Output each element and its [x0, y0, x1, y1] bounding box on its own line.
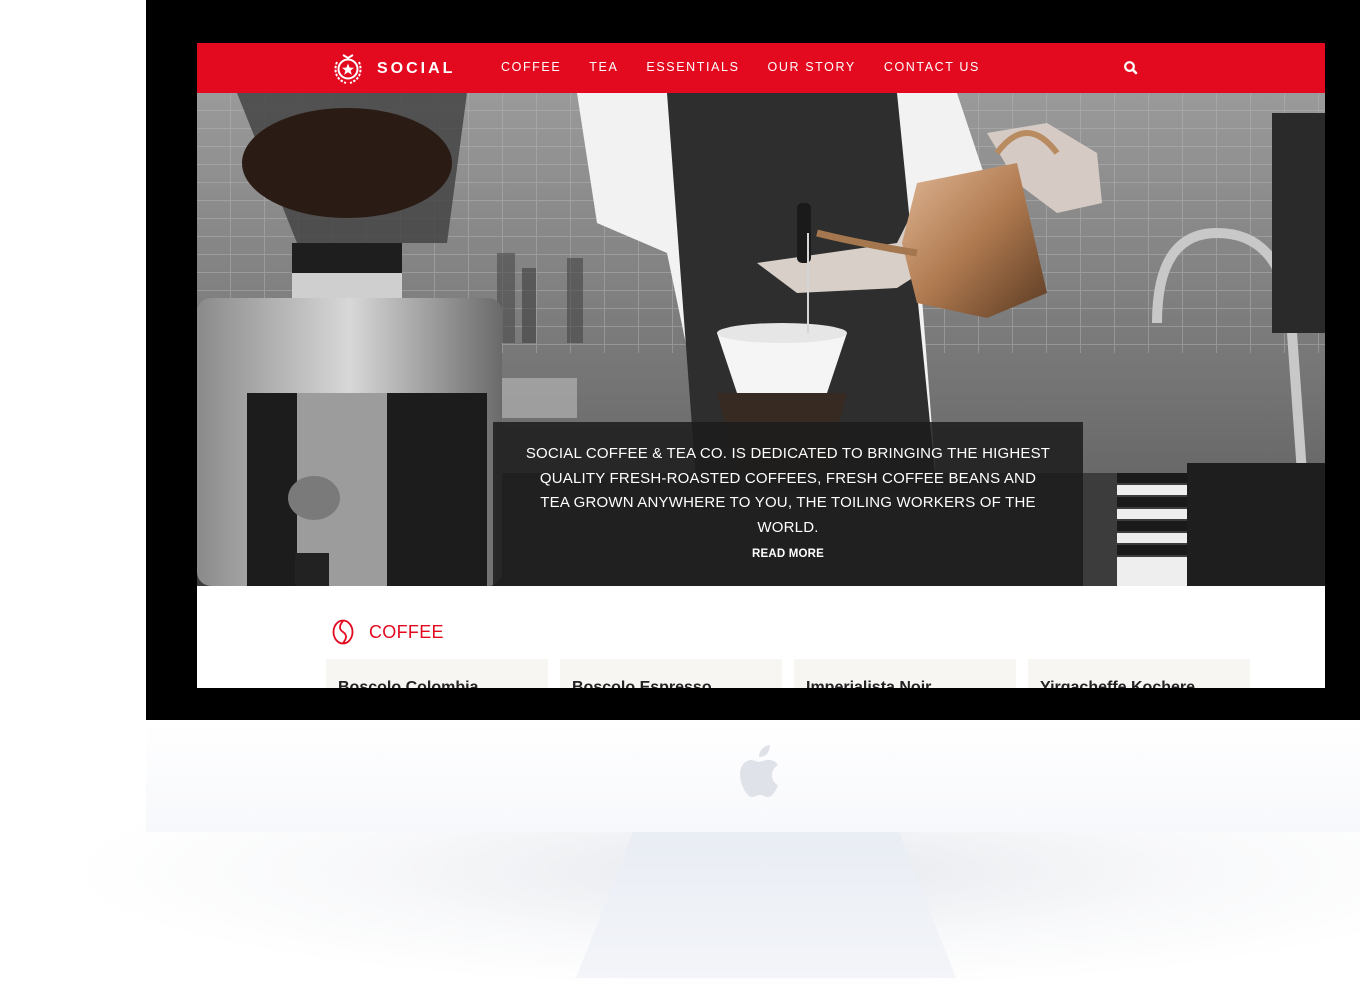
product-name: Boscolo Espresso [572, 679, 712, 688]
monitor-stand [576, 832, 956, 978]
product-name: Boscolo Colombia [338, 679, 479, 688]
product-name: Yirgacheffe Kochere [1040, 679, 1196, 688]
read-more-link[interactable]: READ MORE [752, 548, 824, 560]
main-nav: COFFEE TEA ESSENTIALS OUR STORY CONTACT … [501, 60, 1008, 74]
nav-contact-us[interactable]: CONTACT US [884, 60, 980, 74]
site-header: SOCIAL COFFEE TEA ESSENTIALS OUR STORY C… [197, 43, 1325, 93]
nav-coffee[interactable]: COFFEE [501, 60, 561, 74]
product-card[interactable]: Yirgacheffe Kochere [1028, 659, 1250, 688]
nav-tea[interactable]: TEA [589, 60, 618, 74]
section-title: COFFEE [369, 621, 444, 642]
product-card[interactable]: Boscolo Espresso [560, 659, 782, 688]
coffee-section-heading: COFFEE [331, 619, 444, 645]
brand-name: SOCIAL [377, 60, 456, 77]
product-card[interactable]: Imperialista Noir [794, 659, 1016, 688]
apple-logo-icon [740, 745, 778, 797]
website-screen: SOCIAL COFFEE TEA ESSENTIALS OUR STORY C… [197, 43, 1325, 688]
coffee-bean-icon [332, 619, 354, 645]
brand-logo[interactable]: SOCIAL [331, 53, 455, 85]
search-icon[interactable] [1123, 60, 1139, 76]
nav-essentials[interactable]: ESSENTIALS [646, 60, 739, 74]
product-list: Boscolo Colombia Boscolo Espresso Imperi… [326, 659, 1262, 688]
nav-our-story[interactable]: OUR STORY [768, 60, 856, 74]
star-laurel-icon [334, 54, 362, 84]
product-card[interactable]: Boscolo Colombia [326, 659, 548, 688]
product-name: Imperialista Noir [806, 679, 932, 688]
hero-text: SOCIAL COFFEE & TEA CO. IS DEDICATED TO … [525, 445, 1051, 536]
hero-banner: SOCIAL COFFEE & TEA CO. IS DEDICATED TO … [197, 93, 1325, 586]
hero-caption-box: SOCIAL COFFEE & TEA CO. IS DEDICATED TO … [493, 422, 1083, 586]
